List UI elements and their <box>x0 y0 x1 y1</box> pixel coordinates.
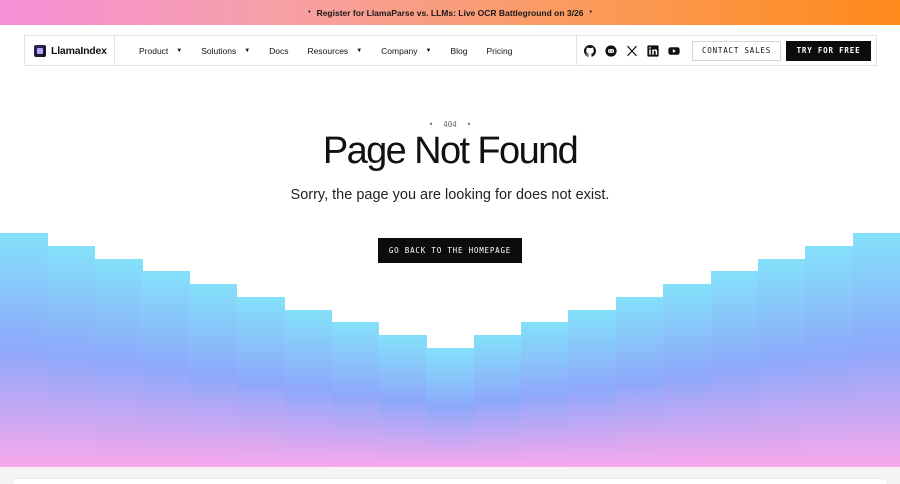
nav-item-resources[interactable]: Resources ▼ <box>308 46 363 56</box>
decorative-bar <box>663 284 712 467</box>
linkedin-icon[interactable] <box>647 44 659 57</box>
nav-item-label: Resources <box>307 45 349 56</box>
nav-item-product[interactable]: Product ▼ <box>139 46 182 56</box>
decorative-bar <box>426 348 475 467</box>
decorative-bar <box>284 310 333 467</box>
decorative-bar <box>757 259 806 467</box>
nav-item-docs[interactable]: Docs <box>269 46 288 56</box>
page-subtitle: Sorry, the page you are looking for does… <box>290 187 610 203</box>
decorative-bar <box>331 322 380 467</box>
banner-dot-left: • <box>308 9 311 16</box>
decorative-bar <box>94 259 143 467</box>
youtube-icon[interactable] <box>668 45 680 57</box>
x-icon[interactable] <box>626 45 638 57</box>
banner-text[interactable]: Register for LlamaParse vs. LLMs: Live O… <box>317 8 584 18</box>
decorative-bar <box>805 246 854 467</box>
error-code-label: • 404 • <box>0 120 900 129</box>
decorative-bar <box>47 246 96 467</box>
decorative-bar <box>0 233 48 467</box>
caret-down-icon: ▼ <box>244 47 251 54</box>
footer-card <box>12 478 888 484</box>
decorative-bar <box>236 297 285 467</box>
github-icon[interactable] <box>584 44 596 57</box>
go-back-homepage-button[interactable]: GO BACK TO THE HOMEPAGE <box>378 238 522 263</box>
logo[interactable]: LlamaIndex <box>25 36 115 65</box>
main-menu: Product ▼ Solutions ▼ Docs Resources ▼ Company ▼… <box>115 36 576 65</box>
decorative-bar <box>378 335 427 467</box>
decorative-bar <box>189 284 238 467</box>
llamaindex-logo-icon <box>34 44 46 57</box>
caret-down-icon: ▼ <box>356 47 363 54</box>
decorative-bar <box>615 297 664 467</box>
decorative-bar <box>710 271 759 467</box>
decorative-bar <box>521 322 569 467</box>
error-code: 404 <box>443 120 457 129</box>
nav-item-blog[interactable]: Blog <box>450 46 467 56</box>
nav-item-company[interactable]: Company ▼ <box>381 46 431 56</box>
caret-down-icon: ▼ <box>176 47 183 54</box>
top-navigation: LlamaIndex Product ▼ Solutions ▼ Docs Resourc… <box>24 35 877 66</box>
nav-item-solutions[interactable]: Solutions ▼ <box>201 46 250 56</box>
decorative-bar <box>852 233 900 467</box>
decorative-bar <box>473 335 522 467</box>
nav-item-label: Blog <box>450 45 468 56</box>
nav-item-label: Product <box>139 45 169 56</box>
decorative-bar <box>568 310 617 467</box>
try-for-free-button[interactable]: TRY FOR FREE <box>786 40 871 61</box>
decorative-bars-background <box>0 0 900 467</box>
error-code-dot-right: • <box>466 120 472 129</box>
social-links <box>576 36 686 65</box>
nav-item-label: Company <box>381 45 418 56</box>
nav-item-label: Solutions <box>201 45 237 56</box>
decorative-bar <box>142 271 190 467</box>
announcement-banner[interactable]: • Register for LlamaParse vs. LLMs: Live… <box>0 0 900 25</box>
logo-text: LlamaIndex <box>51 44 107 57</box>
nav-item-pricing[interactable]: Pricing <box>487 46 513 56</box>
nav-item-label: Pricing <box>486 45 513 56</box>
contact-sales-button[interactable]: CONTACT SALES <box>692 40 781 61</box>
discord-icon[interactable] <box>605 44 617 57</box>
banner-dot-right: • <box>589 9 592 16</box>
error-code-dot-left: • <box>428 120 434 129</box>
caret-down-icon: ▼ <box>425 47 432 54</box>
page-title: Page Not Found <box>322 130 579 172</box>
nav-item-label: Docs <box>269 45 289 56</box>
